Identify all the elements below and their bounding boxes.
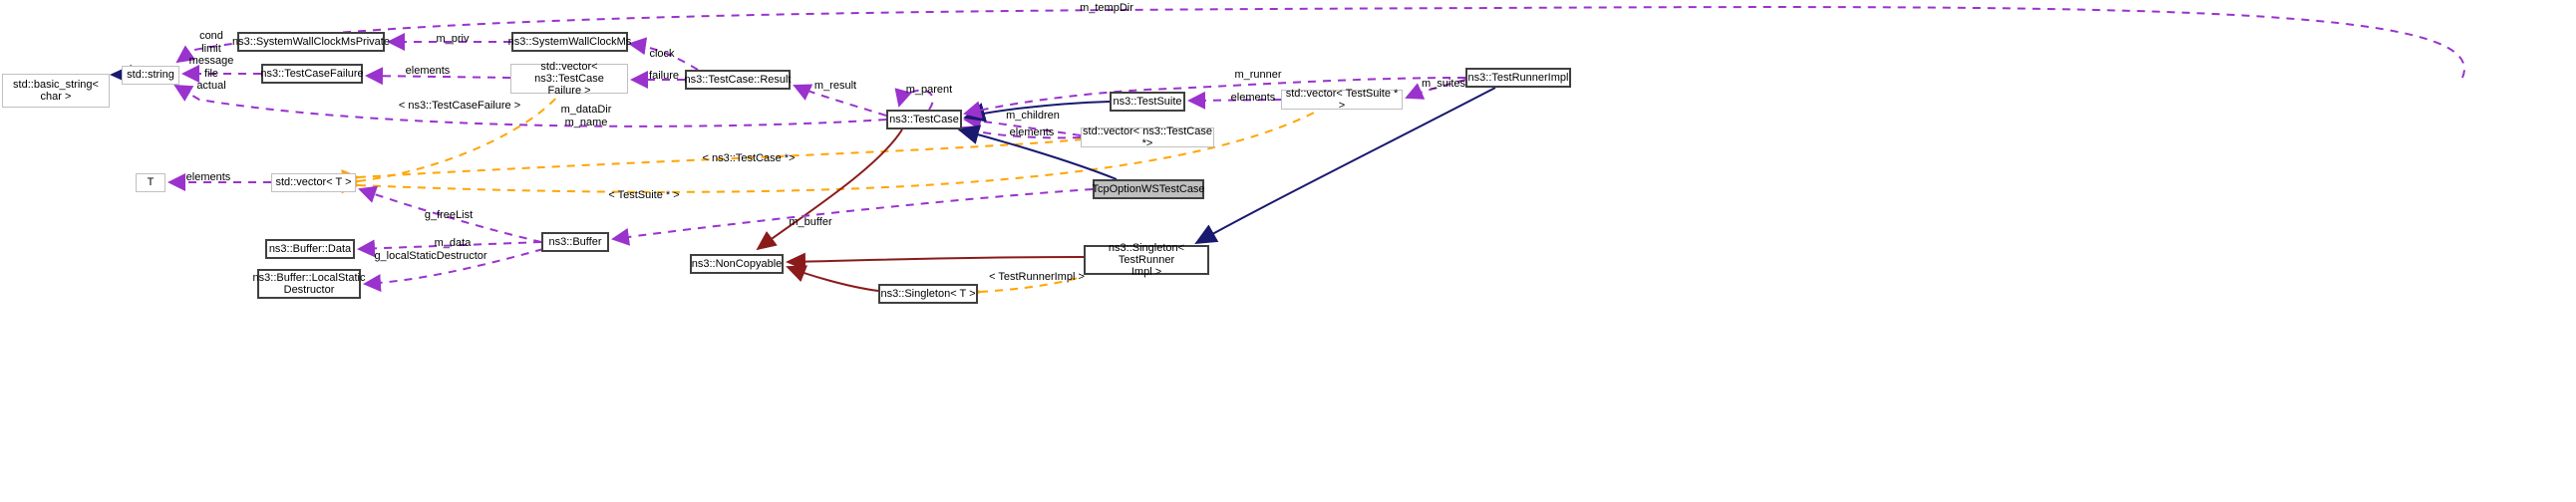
class-node-vec_testsuite_ptr[interactable]: std::vector< TestSuite * > bbox=[1281, 88, 1403, 112]
edge-label-testrunnerimpl_tmpl: < TestRunnerImpl > bbox=[989, 271, 1085, 283]
class-node-testcasefailure[interactable]: ns3::TestCaseFailure bbox=[260, 64, 364, 84]
edge-label-elements_T: elements bbox=[185, 171, 231, 183]
edge-label-m_buffer: m_buffer bbox=[789, 216, 832, 228]
class-node-tcpoptionws[interactable]: TcpOptionWSTestCase bbox=[1092, 179, 1205, 199]
class-node-noncopyable[interactable]: ns3::NonCopyable bbox=[690, 254, 784, 274]
edge-label-failure: failure bbox=[649, 70, 679, 82]
edge-label-elements_tcf: elements bbox=[405, 65, 451, 77]
class-node-singleton_T[interactable]: ns3::Singleton< T > bbox=[878, 284, 978, 304]
edge-label-m_result: m_result bbox=[813, 80, 857, 92]
edge-label-m_data: m_data bbox=[434, 237, 472, 249]
class-node-T[interactable]: T bbox=[136, 173, 165, 192]
edge-label-m_tempDir: m_tempDir bbox=[1080, 2, 1133, 14]
class-node-singleton_tri[interactable]: ns3::Singleton< TestRunner Impl > bbox=[1084, 242, 1209, 278]
class-node-vec_tcfailure[interactable]: std::vector< ns3::TestCase Failure > bbox=[510, 61, 628, 97]
class-node-buffer_data[interactable]: ns3::Buffer::Data bbox=[265, 239, 355, 259]
class-node-vec_testcase_ptr[interactable]: std::vector< ns3::TestCase *> bbox=[1081, 126, 1214, 149]
edge-label-m_suites: m_suites bbox=[1421, 78, 1466, 90]
edge-label-m_runner: m_runner bbox=[1234, 69, 1282, 81]
class-node-testrunnerimpl[interactable]: ns3::TestRunnerImpl bbox=[1465, 68, 1571, 88]
edge-label-testsuite_ptr_tmpl: < TestSuite * > bbox=[608, 189, 680, 201]
edge-label-testcase_ptr_tmpl: < ns3::TestCase *> bbox=[702, 152, 796, 164]
class-node-vec_T[interactable]: std::vector< T > bbox=[271, 173, 356, 192]
class-node-buffer[interactable]: ns3::Buffer bbox=[541, 232, 609, 252]
edge-label-m_parent: m_parent bbox=[905, 84, 953, 96]
class-node-std_string[interactable]: std::string bbox=[122, 66, 179, 85]
edge-label-g_freeList: g_freeList bbox=[424, 209, 474, 221]
edge-label-tcf_template: < ns3::TestCaseFailure > bbox=[398, 100, 521, 112]
class-node-testcase_result[interactable]: ns3::TestCase::Result bbox=[685, 70, 792, 90]
edge-label-elements_tc: elements bbox=[1009, 126, 1055, 138]
class-node-testcase[interactable]: ns3::TestCase bbox=[886, 110, 962, 129]
edge-label-m_dataDir_m_name: m_dataDir m_name bbox=[560, 104, 612, 128]
class-node-buffer_localstatic[interactable]: ns3::Buffer::LocalStatic Destructor bbox=[253, 269, 365, 299]
class-node-swcms[interactable]: ns3::SystemWallClockMs bbox=[508, 32, 631, 52]
edge-label-elements_ts: elements bbox=[1230, 92, 1276, 104]
class-node-swcmprivate[interactable]: ns3::SystemWallClockMsPrivate bbox=[232, 32, 390, 52]
edge-label-g_localStaticDestructor: g_localStaticDestructor bbox=[374, 250, 487, 262]
collaboration-diagram-canvas: std::basic_string< char > std::string ns3:… bbox=[0, 0, 2576, 502]
class-node-testsuite[interactable]: ns3::TestSuite bbox=[1110, 92, 1185, 112]
edge-label-m_priv: m_priv bbox=[436, 33, 470, 45]
edge-label-string_attrs: cond limit message file actual bbox=[188, 30, 234, 93]
edge-label-clock: clock bbox=[649, 48, 675, 60]
class-node-basic_string[interactable]: std::basic_string< char > bbox=[2, 74, 110, 108]
edge-label-m_children: m_children bbox=[1006, 110, 1060, 122]
